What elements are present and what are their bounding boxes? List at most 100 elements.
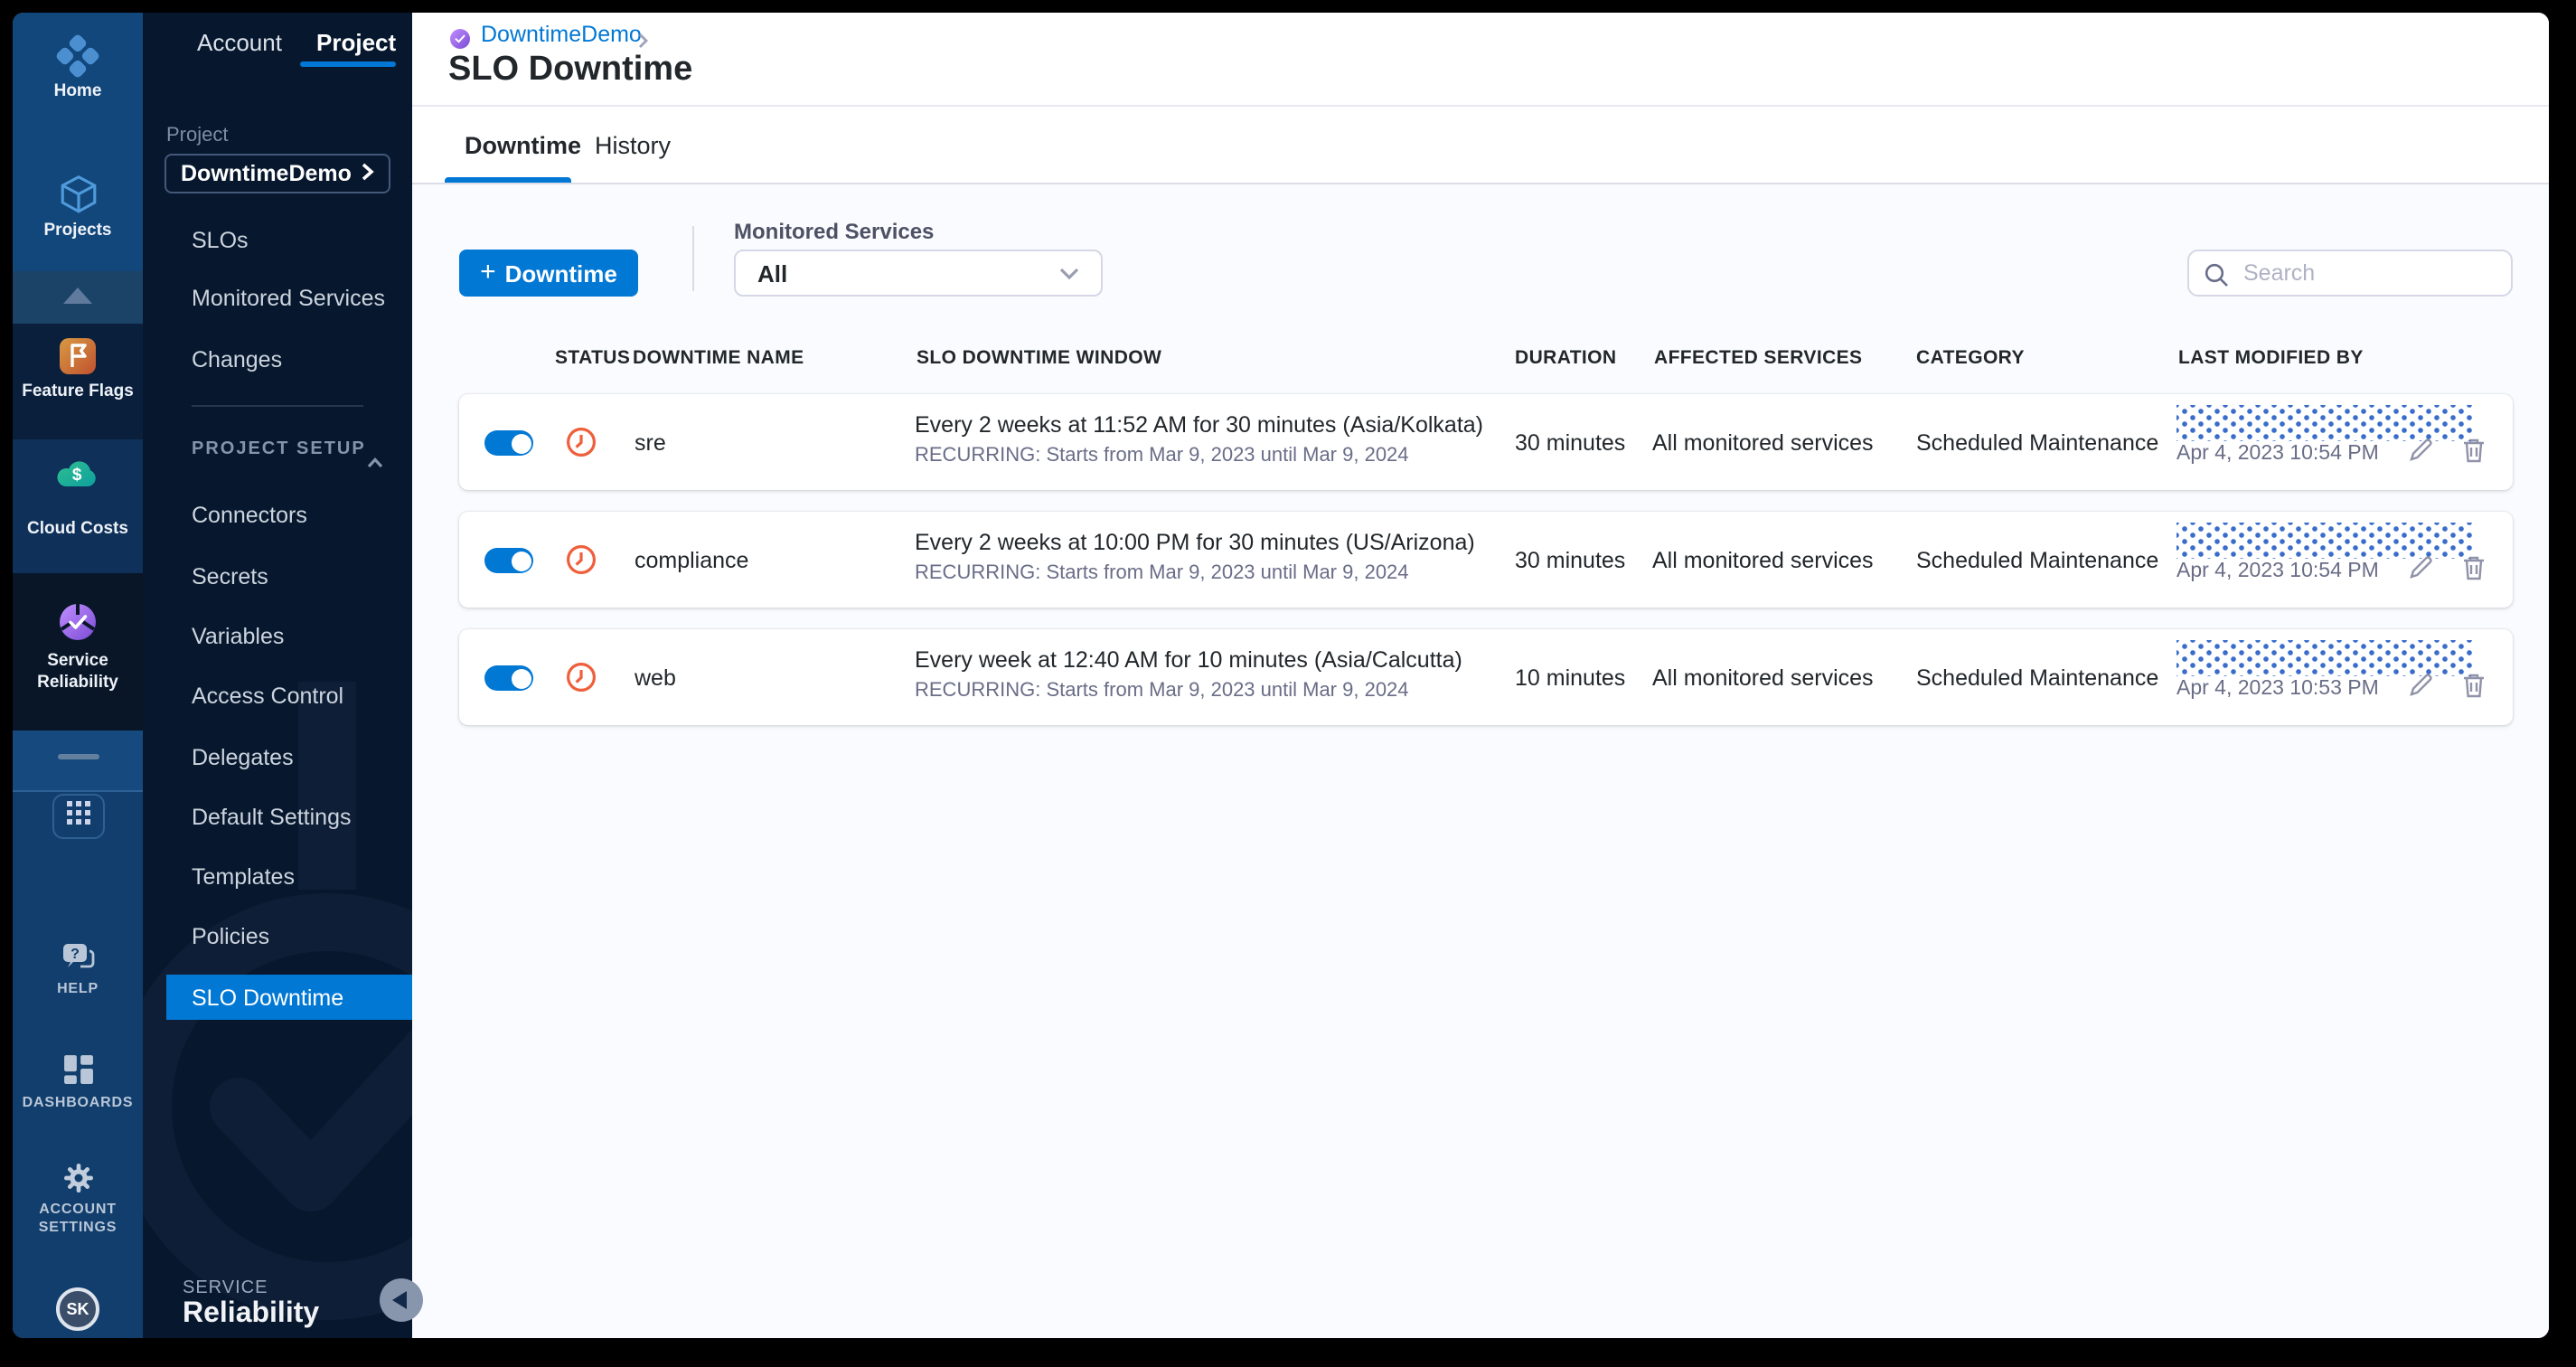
project-field-label: Project (166, 125, 229, 146)
downtime-window: Every 2 weeks at 10:00 PM for 30 minutes… (915, 530, 1475, 584)
svg-text:$: $ (72, 466, 82, 485)
recurring-clock-icon (566, 662, 597, 702)
last-modified-time: Apr 4, 2023 10:54 PM (2176, 561, 2379, 582)
sidebar-label-cloud-costs: Cloud Costs (27, 519, 128, 539)
col-status: STATUS (555, 347, 631, 369)
table-row[interactable]: compliance Every 2 weeks at 10:00 PM for… (459, 512, 2513, 608)
sidenav-item-access-control[interactable]: Access Control (192, 684, 343, 709)
add-downtime-button[interactable]: + Downtime (459, 250, 638, 297)
sidenav-item-templates[interactable]: Templates (192, 864, 295, 890)
sidenav-item-slo-downtime-active[interactable]: SLO Downtime (166, 975, 412, 1020)
delete-icon[interactable] (2462, 673, 2486, 707)
module-picker-button[interactable] (52, 794, 105, 839)
chevron-left-icon (392, 1291, 407, 1309)
sidebar-label-help: HELP (57, 980, 99, 996)
affected-services: All monitored services (1652, 548, 1874, 573)
user-avatar[interactable]: SK (56, 1287, 99, 1331)
tab-history[interactable]: History (595, 132, 671, 159)
table-row[interactable]: web Every week at 12:40 AM for 10 minute… (459, 629, 2513, 725)
chevron-down-icon (1059, 257, 1079, 289)
window-recurrence: RECURRING: Starts from Mar 9, 2023 until… (915, 680, 1409, 702)
plus-icon: + (480, 257, 496, 288)
sidebar-label-projects: Projects (43, 221, 112, 240)
dropdown-value: All (757, 259, 788, 287)
help-chat-icon: ? (60, 944, 96, 982)
col-downtime-name: DOWNTIME NAME (633, 347, 804, 369)
rail-divider (58, 754, 99, 759)
window-recurrence: RECURRING: Starts from Mar 9, 2023 until… (915, 445, 1409, 467)
sidebar-item-home[interactable] (13, 34, 143, 87)
affected-services: All monitored services (1652, 665, 1874, 691)
redacted-username (2176, 523, 2475, 559)
downtime-name: compliance (635, 548, 749, 573)
status-toggle[interactable] (484, 548, 533, 573)
edit-icon[interactable] (2408, 438, 2433, 472)
project-sidenav: Account Project Project DowntimeDemo SLO… (143, 13, 412, 1338)
search-input[interactable] (2240, 253, 2507, 293)
search-icon (2204, 261, 2229, 296)
sidebar-item-account-settings[interactable] (13, 1163, 143, 1202)
sidenav-divider (192, 405, 363, 407)
toolbar-divider (692, 226, 694, 291)
tab-downtime[interactable]: Downtime (465, 132, 581, 159)
sidebar-item-cloud-costs[interactable]: $ (13, 457, 143, 499)
tab-project-underline (300, 61, 396, 66)
category: Scheduled Maintenance (1916, 430, 2159, 456)
delete-icon[interactable] (2462, 438, 2486, 472)
cloud-costs-icon: $ (54, 461, 101, 497)
duration: 10 minutes (1515, 665, 1626, 691)
project-selector-value: DowntimeDemo (181, 161, 352, 186)
sidenav-item-monitored-services[interactable]: Monitored Services (192, 286, 385, 311)
downtime-window: Every 2 weeks at 11:52 AM for 30 minutes… (915, 412, 1483, 467)
sidebar-item-feature-flags[interactable] (13, 336, 143, 385)
downtime-name: web (635, 665, 676, 691)
sidenav-item-changes[interactable]: Changes (192, 347, 282, 372)
col-affected-services: AFFECTED SERVICES (1654, 347, 1863, 369)
status-toggle[interactable] (484, 665, 533, 691)
chevron-right-icon (360, 161, 374, 186)
sidenav-item-connectors[interactable]: Connectors (192, 503, 307, 528)
window-schedule: Every week at 12:40 AM for 10 minutes (A… (915, 647, 1462, 673)
sidenav-item-default-settings[interactable]: Default Settings (192, 805, 352, 830)
project-avatar-icon (450, 25, 470, 49)
sidebar-label-reliability: Reliability (37, 673, 118, 693)
tab-account[interactable]: Account (197, 29, 282, 56)
sidenav-collapse-button[interactable] (380, 1278, 423, 1322)
breadcrumb-project-link[interactable]: DowntimeDemo (481, 22, 642, 47)
monitored-services-dropdown[interactable]: All (734, 250, 1103, 297)
sidenav-item-slos[interactable]: SLOs (192, 228, 249, 253)
sidebar-label-service: Service (47, 651, 108, 671)
delete-icon[interactable] (2462, 555, 2486, 589)
last-modified-time: Apr 4, 2023 10:53 PM (2176, 678, 2379, 700)
recurring-clock-icon (566, 544, 597, 584)
rail-scroll-up-icon[interactable] (63, 288, 92, 304)
affected-services: All monitored services (1652, 430, 1874, 456)
downtime-window: Every week at 12:40 AM for 10 minutes (A… (915, 647, 1462, 702)
edit-icon[interactable] (2408, 673, 2433, 707)
table-row[interactable]: sre Every 2 weeks at 11:52 AM for 30 min… (459, 394, 2513, 490)
projects-cube-icon (57, 174, 99, 222)
sidenav-item-secrets[interactable]: Secrets (192, 564, 268, 589)
sidenav-item-variables[interactable]: Variables (192, 624, 284, 649)
sidebar-label-dashboards: DASHBOARDS (22, 1094, 134, 1110)
duration: 30 minutes (1515, 548, 1626, 573)
status-toggle[interactable] (484, 430, 533, 456)
monitored-services-label: Monitored Services (734, 219, 935, 244)
project-setup-header[interactable]: PROJECT SETUP (192, 439, 366, 459)
sidenav-item-delegates[interactable]: Delegates (192, 745, 294, 770)
grid-icon (67, 800, 90, 833)
col-last-modified-by: LAST MODIFIED BY (2178, 347, 2364, 369)
project-selector[interactable]: DowntimeDemo (165, 154, 390, 193)
app-window: Home Projects Feature Flags $ Cloud Cost… (13, 13, 2549, 1338)
tab-project[interactable]: Project (316, 29, 396, 56)
sidebar-item-service-reliability[interactable] (13, 602, 143, 651)
edit-icon[interactable] (2408, 555, 2433, 589)
feature-flags-icon (58, 338, 98, 383)
sidenav-item-policies[interactable]: Policies (192, 924, 269, 949)
chevron-up-icon[interactable] (367, 445, 383, 477)
sidebar-item-projects[interactable] (13, 174, 143, 224)
window-schedule: Every 2 weeks at 11:52 AM for 30 minutes… (915, 412, 1483, 438)
sidebar-item-dashboards[interactable] (13, 1054, 143, 1094)
gear-icon (62, 1164, 93, 1201)
col-slo-downtime-window: SLO DOWNTIME WINDOW (917, 347, 1162, 369)
